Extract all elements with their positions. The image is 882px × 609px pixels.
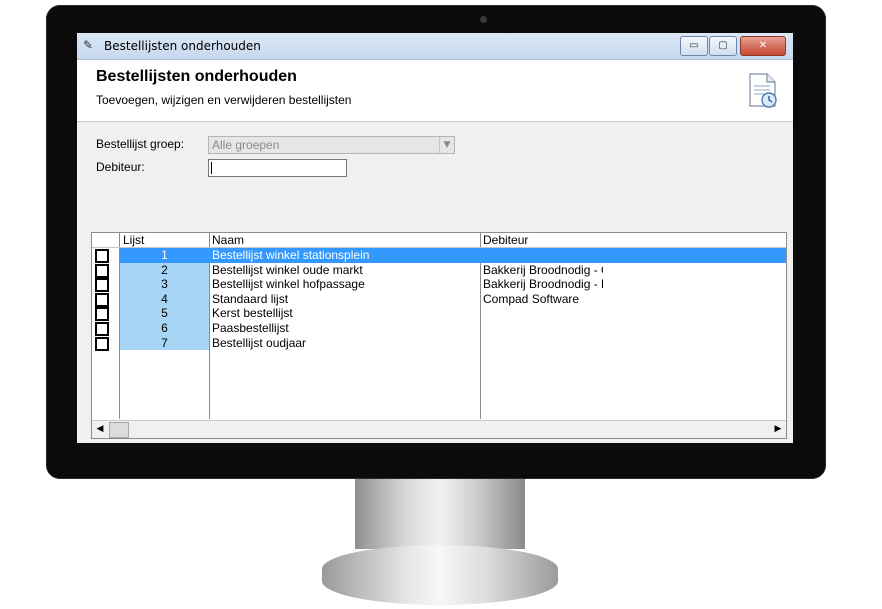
group-label: Bestellijst groep:	[96, 137, 185, 151]
app-window: ✎ Bestellijsten onderhouden ▭ ▢ ✕ Bestel…	[77, 33, 793, 443]
cell-lijst: 3	[120, 277, 209, 292]
table-row[interactable]: 5 Kerst bestellijst	[92, 306, 786, 322]
row-checkbox[interactable]	[95, 307, 109, 322]
minimize-button[interactable]: ▭	[680, 36, 708, 56]
window-title: Bestellijsten onderhouden	[104, 39, 261, 53]
cell-lijst: 4	[120, 291, 209, 307]
group-select[interactable]: Alle groepen ▼	[208, 136, 455, 154]
cell-lijst: 1	[120, 248, 209, 263]
group-select-value: Alle groepen	[212, 138, 280, 152]
maximize-button[interactable]: ▢	[709, 36, 737, 56]
monitor-stand-neck	[355, 479, 525, 549]
row-checkbox[interactable]	[95, 278, 109, 293]
row-checkbox[interactable]	[95, 322, 109, 336]
page-header: Bestellijsten onderhouden Toevoegen, wij…	[77, 60, 793, 122]
cell-lijst: 7	[120, 335, 209, 351]
table-row[interactable]: 4 Standaard lijst Compad Software	[92, 291, 786, 307]
debiteur-input[interactable]	[208, 159, 347, 177]
row-checkbox[interactable]	[95, 249, 109, 263]
title-bar[interactable]: ✎ Bestellijsten onderhouden ▭ ▢ ✕	[77, 33, 793, 60]
table-row[interactable]: 6 Paasbestellijst	[92, 321, 786, 336]
cell-naam: Standaard lijst	[212, 291, 289, 306]
cell-naam: Bestellijst winkel hofpassage	[212, 277, 365, 292]
table-row[interactable]: 2 Bestellijst winkel oude markt Bakkerij B…	[92, 262, 786, 278]
text-caret	[211, 162, 212, 174]
cell-debiteur: Bakkerij Broodnodig - Oude mar	[483, 262, 603, 277]
debiteur-label: Debiteur:	[96, 160, 145, 174]
table-row[interactable]: 1 Bestellijst winkel stationsplein	[92, 248, 786, 263]
page-title: Bestellijsten onderhouden	[96, 68, 297, 85]
cell-naam: Bestellijst winkel stationsplein	[212, 248, 370, 262]
order-list-grid[interactable]: Lijst Naam Debiteur 1 Bestellijst winkel …	[91, 232, 787, 439]
cell-naam: Bestellijst oudjaar	[212, 335, 307, 350]
camera-icon	[480, 16, 487, 23]
document-clock-icon	[749, 73, 777, 108]
row-checkbox[interactable]	[95, 263, 109, 278]
table-row[interactable]: 3 Bestellijst winkel hofpassage Bakkerij B…	[92, 277, 786, 293]
row-checkbox[interactable]	[95, 292, 109, 307]
horizontal-scrollbar[interactable]: ◀ ▶	[92, 420, 786, 438]
table-row[interactable]: 7 Bestellijst oudjaar	[92, 335, 786, 351]
cell-debiteur: Bakkerij Broodnodig - Hofpassa	[483, 277, 603, 292]
column-header-debiteur[interactable]: Debiteur	[483, 233, 528, 247]
row-checkbox[interactable]	[95, 336, 109, 351]
chevron-down-icon[interactable]: ▼	[439, 137, 454, 153]
scroll-left-icon[interactable]: ◀	[92, 421, 108, 438]
monitor-stand-base	[322, 545, 558, 605]
cell-naam: Paasbestellijst	[212, 321, 289, 335]
column-header-lijst[interactable]: Lijst	[123, 233, 144, 247]
cell-lijst: 5	[120, 306, 209, 321]
cell-naam: Kerst bestellijst	[212, 306, 293, 321]
cell-debiteur: Compad Software	[483, 291, 580, 306]
cell-lijst: 6	[120, 321, 209, 336]
column-header-naam[interactable]: Naam	[212, 233, 244, 247]
page-subtitle: Toevoegen, wijzigen en verwijderen beste…	[96, 93, 352, 107]
scrollbar-thumb[interactable]	[109, 422, 129, 438]
cell-lijst: 2	[120, 262, 209, 278]
scroll-right-icon[interactable]: ▶	[770, 421, 786, 438]
cell-naam: Bestellijst winkel oude markt	[212, 262, 363, 277]
close-button[interactable]: ✕	[740, 36, 786, 56]
app-pin-icon: ✎	[83, 38, 94, 52]
